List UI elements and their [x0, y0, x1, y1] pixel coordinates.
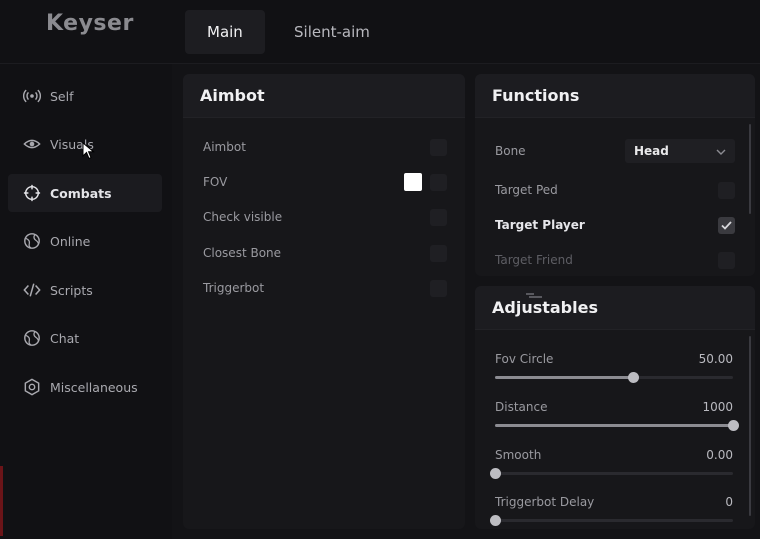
slider-value: 50.00	[698, 352, 733, 366]
chevron-down-icon	[716, 144, 726, 158]
aimbot-panel: Aimbot Aimbot FOV Check visible Closest …	[183, 74, 465, 529]
target-ped-checkbox[interactable]	[718, 181, 735, 199]
slider-triggerbot-delay[interactable]: Triggerbot Delay 0	[490, 495, 733, 529]
option-target-player[interactable]: Target Player	[495, 213, 735, 237]
sidebar-item-chat[interactable]: Chat	[8, 319, 162, 357]
slider-distance[interactable]: Distance 1000	[495, 400, 739, 440]
option-check-visible[interactable]: Check visible	[203, 205, 447, 229]
mouse-cursor-icon	[82, 142, 95, 160]
option-label: Triggerbot	[203, 281, 265, 295]
app-logo: Keyser	[46, 11, 134, 36]
option-closest-bone[interactable]: Closest Bone	[203, 241, 447, 265]
tab-main[interactable]: Main	[185, 10, 265, 54]
option-label: Target Friend	[495, 253, 573, 267]
fov-checkbox[interactable]	[430, 173, 447, 191]
slider-handle[interactable]	[628, 372, 640, 383]
aimbot-checkbox[interactable]	[430, 138, 447, 156]
slider-fill	[495, 424, 733, 427]
crosshair-icon	[22, 183, 42, 203]
option-bone: Bone Head	[495, 139, 735, 163]
option-label: FOV	[203, 175, 228, 189]
panel-title: Functions	[475, 74, 755, 118]
check-icon	[721, 220, 732, 230]
slider-handle[interactable]	[490, 468, 501, 479]
slider-label: Triggerbot Delay	[495, 495, 595, 509]
code-icon	[22, 280, 42, 300]
option-target-ped[interactable]: Target Ped	[495, 178, 735, 202]
slider-track[interactable]	[495, 372, 733, 383]
option-label: Aimbot	[203, 140, 246, 154]
option-triggerbot[interactable]: Triggerbot	[203, 276, 447, 300]
bone-dropdown[interactable]: Head	[625, 139, 735, 163]
sidebar: Self Visuals Combats Online Scripts Chat…	[0, 64, 172, 539]
sidebar-item-scripts[interactable]: Scripts	[8, 271, 162, 309]
slider-handle[interactable]	[490, 515, 501, 526]
fov-color-picker[interactable]	[404, 173, 422, 191]
dropdown-value: Head	[634, 144, 669, 158]
broadcast-icon	[22, 86, 42, 106]
slider-value: 1000	[702, 400, 733, 414]
option-fov[interactable]: FOV	[203, 170, 447, 194]
slider-label: Smooth	[495, 448, 542, 462]
option-label: Check visible	[203, 210, 283, 224]
sidebar-item-label: Online	[50, 233, 91, 249]
tab-silent-aim[interactable]: Silent-aim	[272, 10, 392, 54]
sidebar-item-miscellaneous[interactable]: Miscellaneous	[8, 368, 162, 406]
top-bar: Keyser Main Silent-aim	[0, 0, 760, 64]
slider-track[interactable]	[490, 468, 733, 479]
sidebar-item-online[interactable]: Online	[8, 222, 162, 260]
sidebar-item-label: Chat	[50, 330, 80, 346]
sidebar-item-label: Scripts	[50, 282, 93, 298]
option-label: Bone	[495, 144, 526, 158]
globe-icon	[22, 231, 42, 251]
adjustables-panel: Adjustables Fov Circle 50.00 Distance 1000…	[475, 286, 755, 529]
functions-scrollbar[interactable]	[749, 124, 751, 214]
slider-fov-circle[interactable]: Fov Circle 50.00	[495, 352, 733, 392]
target-friend-checkbox[interactable]	[718, 251, 735, 269]
slider-value: 0.00	[706, 448, 733, 462]
slider-track[interactable]	[495, 420, 739, 431]
sidebar-item-label: Combats	[50, 185, 112, 201]
slider-track[interactable]	[490, 515, 733, 526]
render-artifact	[526, 293, 542, 298]
target-player-checkbox[interactable]	[718, 216, 735, 234]
slider-fill	[495, 376, 634, 379]
window-edge-accent	[0, 466, 3, 536]
slider-handle[interactable]	[728, 420, 739, 431]
panel-title: Aimbot	[183, 74, 465, 118]
sidebar-item-label: Miscellaneous	[50, 379, 138, 395]
slider-smooth[interactable]: Smooth 0.00	[490, 448, 733, 488]
adjustables-scrollbar[interactable]	[749, 336, 751, 516]
gear-icon	[22, 377, 42, 397]
app-window: Keyser Main Silent-aim Self Visuals Comb…	[0, 0, 760, 539]
sidebar-item-label: Self	[50, 88, 74, 104]
eye-icon	[22, 134, 42, 154]
option-label: Target Player	[495, 218, 585, 232]
option-label: Closest Bone	[203, 246, 282, 260]
slider-label: Distance	[495, 400, 548, 414]
functions-panel: Functions Bone Head Target Ped Target Pl…	[475, 74, 755, 276]
panel-title: Adjustables	[475, 286, 755, 330]
closest-bone-checkbox[interactable]	[430, 244, 447, 262]
slider-label: Fov Circle	[495, 352, 554, 366]
option-target-friend[interactable]: Target Friend	[495, 248, 735, 272]
triggerbot-checkbox[interactable]	[430, 279, 447, 297]
sidebar-item-combats[interactable]: Combats	[8, 174, 162, 212]
option-aimbot[interactable]: Aimbot	[203, 135, 447, 159]
option-label: Target Ped	[495, 183, 558, 197]
sidebar-item-self[interactable]: Self	[8, 77, 162, 115]
check-visible-checkbox[interactable]	[430, 208, 447, 226]
globe-icon	[22, 328, 42, 348]
slider-value: 0	[725, 495, 733, 509]
